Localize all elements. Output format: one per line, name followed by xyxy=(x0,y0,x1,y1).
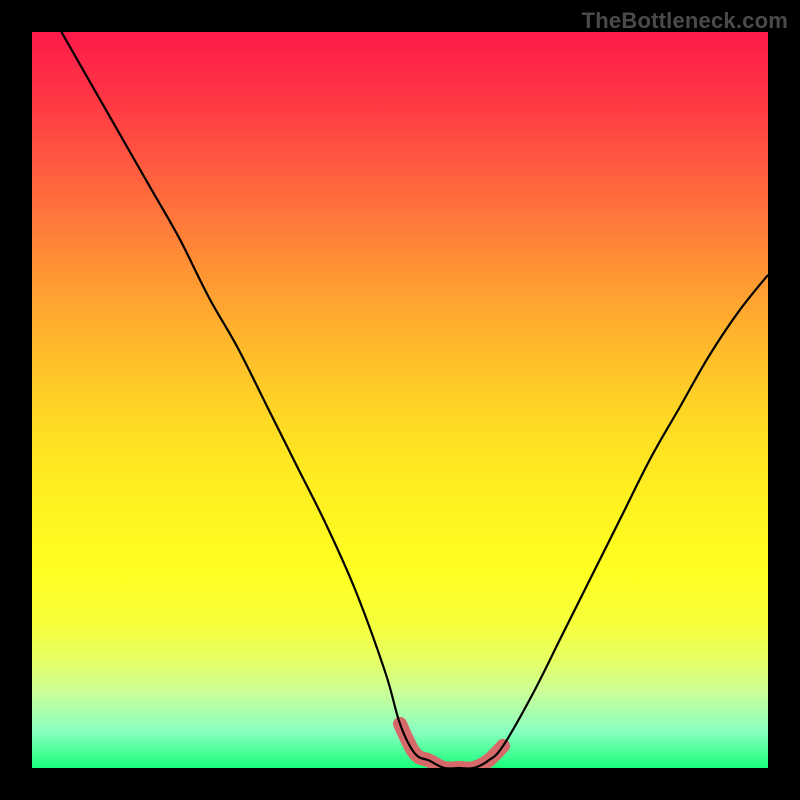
gradient-plot-area xyxy=(32,32,768,768)
chart-frame: TheBottleneck.com xyxy=(0,0,800,800)
watermark-label: TheBottleneck.com xyxy=(582,8,788,34)
